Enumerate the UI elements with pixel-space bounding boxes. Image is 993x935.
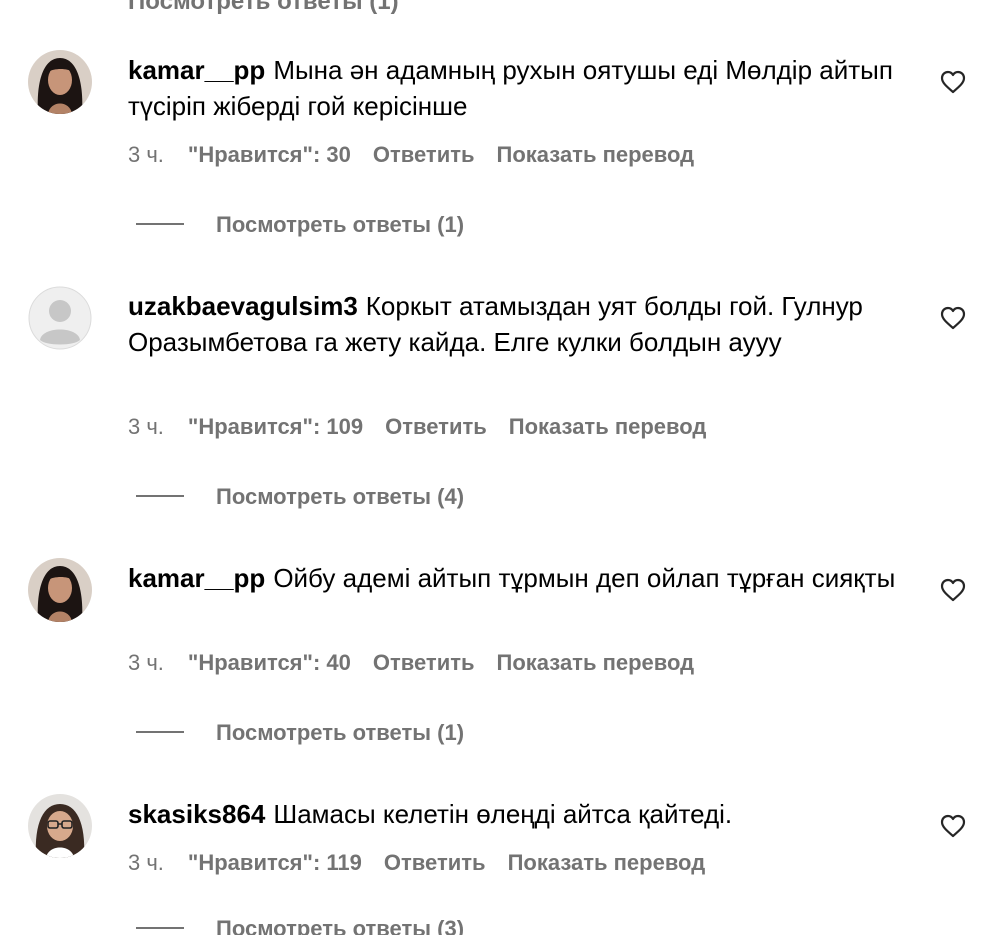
comment-time: 3 ч.	[128, 650, 164, 675]
username-link[interactable]: uzakbaevagulsim3	[128, 291, 358, 321]
heart-icon[interactable]	[940, 70, 966, 94]
comment-text: kamar__pp Ойбу адемі айтып тұрмын деп ойл…	[128, 560, 918, 596]
comment-body: Ойбу адемі айтып тұрмын деп ойлап тұрған…	[273, 563, 896, 593]
show-translation-button[interactable]: Показать перевод	[508, 850, 706, 875]
comment-time: 3 ч.	[128, 142, 164, 167]
view-replies-link[interactable]: Посмотреть ответы (3)	[136, 916, 464, 935]
comment-text: kamar__pp Мына ән адамның рухын оятушы ед…	[128, 52, 918, 124]
view-replies-link[interactable]: Посмотреть ответы (4)	[136, 484, 464, 510]
reply-button[interactable]: Ответить	[385, 414, 487, 439]
avatar[interactable]	[28, 794, 92, 858]
likes-count[interactable]: "Нравится": 40	[188, 650, 351, 675]
show-translation-button[interactable]: Показать перевод	[509, 414, 707, 439]
comment-time: 3 ч.	[128, 850, 164, 875]
reply-button[interactable]: Ответить	[373, 142, 475, 167]
comment-meta: 3 ч. "Нравится": 40 Ответить Показать перев…	[128, 650, 716, 676]
comment-text: skasiks864 Шамасы келетін өлеңді айтса қа…	[128, 796, 918, 832]
comments-page: Посмотреть ответы (1) kamar__pp Мына ән а…	[0, 0, 993, 935]
heart-icon[interactable]	[940, 306, 966, 330]
divider-line	[136, 927, 184, 930]
avatar[interactable]	[28, 50, 92, 114]
woman-dark-hair-avatar-icon	[28, 50, 92, 114]
divider-line	[136, 223, 184, 226]
heart-icon[interactable]	[940, 814, 966, 838]
avatar[interactable]	[28, 286, 92, 350]
view-replies-link[interactable]: Посмотреть ответы (1)	[136, 720, 464, 746]
username-link[interactable]: skasiks864	[128, 799, 265, 829]
comment-meta: 3 ч. "Нравится": 109 Ответить Показать пере…	[128, 414, 728, 440]
heart-icon[interactable]	[940, 578, 966, 602]
comment-meta: 3 ч. "Нравится": 119 Ответить Показать пере…	[128, 850, 727, 876]
woman-dark-hair-avatar-icon	[28, 558, 92, 622]
likes-count[interactable]: "Нравится": 109	[188, 414, 363, 439]
username-link[interactable]: kamar__pp	[128, 563, 265, 593]
woman-glasses-avatar-icon	[28, 794, 92, 858]
reply-button[interactable]: Ответить	[384, 850, 486, 875]
reply-button[interactable]: Ответить	[373, 650, 475, 675]
divider-line	[136, 495, 184, 498]
default-user-avatar-icon	[28, 286, 92, 350]
divider-line	[136, 731, 184, 734]
comment-text: uzakbaevagulsim3 Коркыт атамыздан уят бол…	[128, 288, 918, 360]
show-translation-button[interactable]: Показать перевод	[497, 142, 695, 167]
likes-count[interactable]: "Нравится": 30	[188, 142, 351, 167]
view-replies-link[interactable]: Посмотреть ответы (1)	[136, 212, 464, 238]
avatar[interactable]	[28, 558, 92, 622]
view-replies-link-partial[interactable]: Посмотреть ответы (1)	[128, 0, 399, 16]
comment-meta: 3 ч. "Нравится": 30 Ответить Показать перев…	[128, 142, 716, 168]
comment-time: 3 ч.	[128, 414, 164, 439]
show-translation-button[interactable]: Показать перевод	[497, 650, 695, 675]
username-link[interactable]: kamar__pp	[128, 55, 265, 85]
comment-body: Шамасы келетін өлеңді айтса қайтеді.	[273, 799, 733, 829]
likes-count[interactable]: "Нравится": 119	[188, 850, 362, 875]
